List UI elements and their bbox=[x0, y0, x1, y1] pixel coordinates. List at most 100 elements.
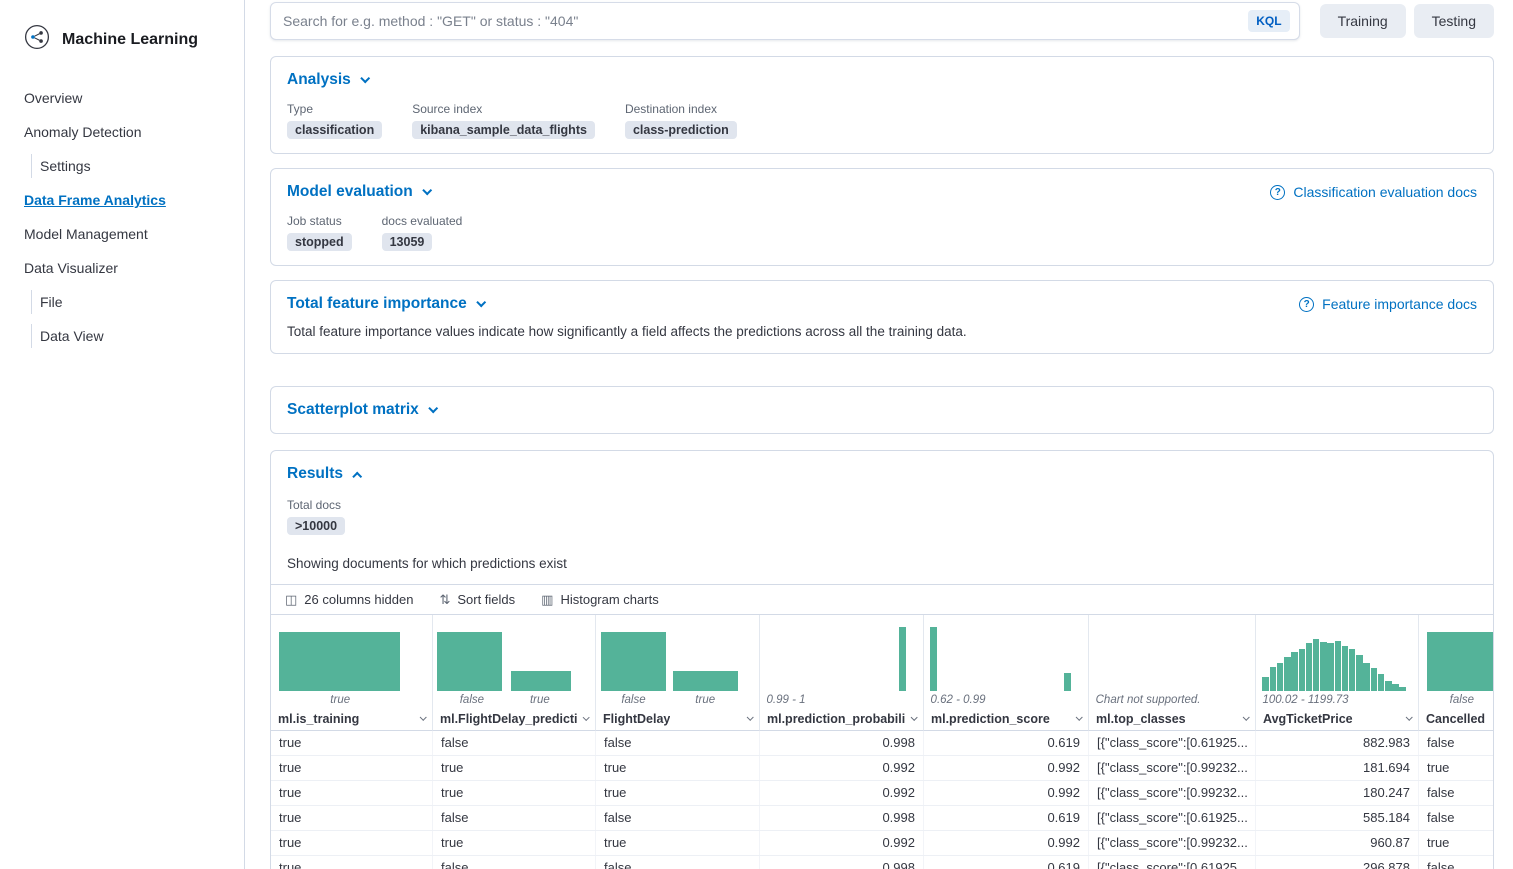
cell-Cancelled: false bbox=[1419, 856, 1493, 869]
model-evaluation-panel: Model evaluation ? Classification evalua… bbox=[270, 168, 1494, 266]
cell-ml.is_training: true bbox=[271, 756, 433, 780]
model-evaluation-panel-toggle[interactable]: Model evaluation bbox=[287, 183, 430, 201]
column-name: ml.prediction_score bbox=[931, 712, 1050, 726]
cell-ml.top_classes: [{"class_score":[0.61925... bbox=[1089, 806, 1256, 830]
scatterplot-matrix-panel-toggle[interactable]: Scatterplot matrix bbox=[287, 401, 436, 419]
histogram-Cancelled: false bbox=[1419, 615, 1493, 708]
cell-ml.FlightDelay_prediction: true bbox=[433, 756, 596, 780]
analysis-panel: Analysis TypeclassificationSource indexk… bbox=[270, 56, 1494, 154]
field-label: docs evaluated bbox=[382, 214, 463, 228]
field-label: Job status bbox=[287, 214, 352, 228]
field-label: Destination index bbox=[625, 102, 737, 116]
histogram-bar bbox=[1284, 657, 1290, 691]
feature-importance-description: Total feature importance values indicate… bbox=[287, 324, 1477, 339]
histogram-bar bbox=[1427, 632, 1493, 691]
cell-ml.is_training: true bbox=[271, 781, 433, 805]
chevron-up-icon bbox=[352, 471, 362, 481]
sidebar-item-model-management[interactable]: Model Management bbox=[0, 221, 244, 247]
sidebar-item-settings[interactable]: Settings bbox=[0, 153, 244, 179]
table-row[interactable]: truetruetrue0.9920.992[{"class_score":[0… bbox=[271, 831, 1493, 856]
results-panel: Results Total docs >10000 Showing docume… bbox=[270, 450, 1494, 869]
sidebar-item-data-view[interactable]: Data View bbox=[0, 323, 244, 349]
cell-AvgTicketPrice: 882.983 bbox=[1256, 731, 1419, 755]
help-icon: ? bbox=[1270, 185, 1285, 200]
table-row[interactable]: truetruetrue0.9920.992[{"class_score":[0… bbox=[271, 756, 1493, 781]
histogram-charts-button[interactable]: ▥ Histogram charts bbox=[533, 588, 667, 612]
histogram-ml.FlightDelay_prediction: falsetrue bbox=[433, 615, 596, 708]
column-header-Cancelled[interactable]: Cancelled bbox=[1419, 708, 1493, 731]
histogram-bar bbox=[511, 671, 571, 691]
results-panel-toggle[interactable]: Results bbox=[287, 465, 360, 483]
histogram-bar bbox=[1306, 643, 1312, 691]
sidebar-item-anomaly-detection[interactable]: Anomaly Detection bbox=[0, 119, 244, 145]
histogram-bar bbox=[1277, 663, 1283, 691]
table-row[interactable]: truefalsefalse0.9980.619[{"class_score":… bbox=[271, 856, 1493, 869]
sidebar-header: Machine Learning bbox=[0, 24, 244, 55]
histogram-bar bbox=[673, 671, 738, 691]
sidebar-item-file[interactable]: File bbox=[0, 289, 244, 315]
cell-ml.is_training: true bbox=[271, 831, 433, 855]
cell-ml.FlightDelay_prediction: false bbox=[433, 806, 596, 830]
cell-ml.FlightDelay_prediction: true bbox=[433, 781, 596, 805]
scatterplot-matrix-panel: Scatterplot matrix bbox=[270, 386, 1494, 434]
column-name: AvgTicketPrice bbox=[1263, 712, 1353, 726]
histogram-label: true bbox=[330, 694, 350, 706]
search-input[interactable] bbox=[283, 13, 1248, 29]
cell-FlightDelay: false bbox=[596, 856, 760, 869]
column-header-FlightDelay[interactable]: FlightDelay bbox=[596, 708, 760, 731]
histogram-bar bbox=[437, 632, 502, 691]
column-header-ml.top_classes[interactable]: ml.top_classes bbox=[1089, 708, 1256, 731]
training-button[interactable]: Training bbox=[1320, 4, 1406, 38]
column-header-ml.is_training[interactable]: ml.is_training bbox=[271, 708, 433, 731]
histogram-bar bbox=[1378, 674, 1384, 691]
kql-badge[interactable]: KQL bbox=[1248, 10, 1289, 32]
cell-FlightDelay: false bbox=[596, 731, 760, 755]
cell-ml.prediction_probability: 0.992 bbox=[760, 781, 924, 805]
cell-FlightDelay: true bbox=[596, 756, 760, 780]
results-data-grid: truefalsetruefalsetrue0.99 - 10.62 - 0.9… bbox=[271, 615, 1493, 869]
analysis-panel-toggle[interactable]: Analysis bbox=[287, 71, 368, 89]
analysis-panel-title: Analysis bbox=[287, 71, 351, 89]
columns-hidden-button[interactable]: ◫ 26 columns hidden bbox=[277, 588, 421, 612]
column-header-ml.FlightDelay_prediction[interactable]: ml.FlightDelay_prediction bbox=[433, 708, 596, 731]
histogram-bar bbox=[1385, 681, 1391, 692]
cell-ml.top_classes: [{"class_score":[0.61925... bbox=[1089, 856, 1256, 869]
feature-importance-docs-link[interactable]: ? Feature importance docs bbox=[1299, 296, 1477, 312]
chevron-down-icon bbox=[360, 73, 370, 83]
testing-button[interactable]: Testing bbox=[1414, 4, 1494, 38]
classification-evaluation-docs-link[interactable]: ? Classification evaluation docs bbox=[1270, 184, 1477, 200]
chevron-down-icon bbox=[420, 713, 427, 720]
cell-AvgTicketPrice: 585.184 bbox=[1256, 806, 1419, 830]
grid-hist-row: truefalsetruefalsetrue0.99 - 10.62 - 0.9… bbox=[271, 615, 1493, 708]
column-header-ml.prediction_probability[interactable]: ml.prediction_probability bbox=[760, 708, 924, 731]
sidebar-item-overview[interactable]: Overview bbox=[0, 85, 244, 111]
histogram-bar bbox=[279, 632, 400, 691]
table-row[interactable]: truetruetrue0.9920.992[{"class_score":[0… bbox=[271, 781, 1493, 806]
chevron-down-icon bbox=[911, 713, 918, 720]
table-row[interactable]: truefalsefalse0.9980.619[{"class_score":… bbox=[271, 731, 1493, 756]
doc-link-label: Feature importance docs bbox=[1322, 296, 1477, 312]
search-box[interactable]: KQL bbox=[270, 2, 1300, 40]
column-header-AvgTicketPrice[interactable]: AvgTicketPrice bbox=[1256, 708, 1419, 731]
histogram-bar bbox=[1270, 667, 1276, 691]
histogram-bar bbox=[1349, 649, 1355, 691]
histogram-ml.is_training: true bbox=[271, 615, 433, 708]
feature-importance-panel-toggle[interactable]: Total feature importance bbox=[287, 295, 484, 313]
columns-hidden-label: 26 columns hidden bbox=[304, 592, 413, 607]
cell-ml.FlightDelay_prediction: true bbox=[433, 831, 596, 855]
cell-ml.top_classes: [{"class_score":[0.99232... bbox=[1089, 781, 1256, 805]
chevron-down-icon bbox=[1406, 713, 1413, 720]
column-name: ml.top_classes bbox=[1096, 712, 1186, 726]
histogram-bar bbox=[930, 627, 937, 691]
feature-importance-panel: Total feature importance ? Feature impor… bbox=[270, 280, 1494, 354]
sidebar-item-data-visualizer[interactable]: Data Visualizer bbox=[0, 255, 244, 281]
cell-Cancelled: false bbox=[1419, 806, 1493, 830]
column-header-ml.prediction_score[interactable]: ml.prediction_score bbox=[924, 708, 1089, 731]
cell-ml.prediction_score: 0.992 bbox=[924, 756, 1089, 780]
model-evaluation-panel-title: Model evaluation bbox=[287, 183, 413, 201]
histogram-bar bbox=[1392, 684, 1398, 691]
table-row[interactable]: truefalsefalse0.9980.619[{"class_score":… bbox=[271, 806, 1493, 831]
sort-fields-button[interactable]: ⇅ Sort fields bbox=[431, 588, 523, 612]
sidebar-item-data-frame-analytics[interactable]: Data Frame Analytics bbox=[0, 187, 244, 213]
histogram-bar bbox=[601, 632, 666, 691]
